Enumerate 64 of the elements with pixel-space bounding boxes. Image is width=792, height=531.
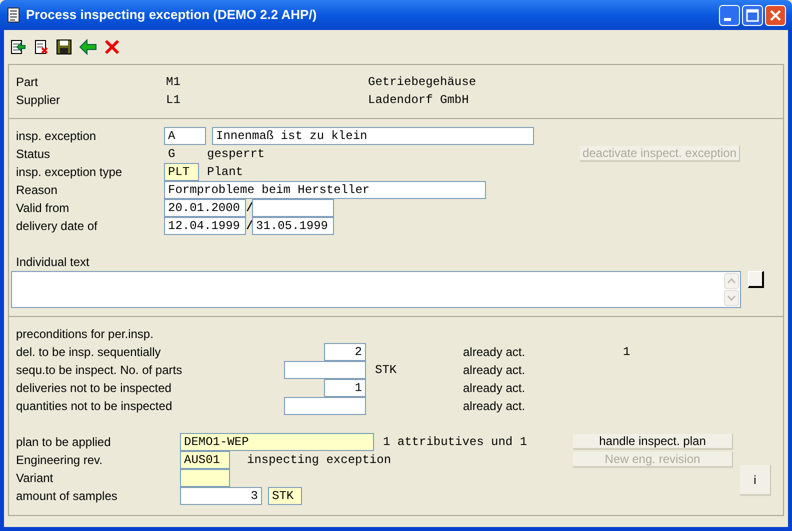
field-label: already act. [463,398,526,415]
document-arrow-icon[interactable] [10,38,26,54]
window-title: Process inspecting exception (DEMO 2.2 AHP/) [26,6,317,24]
field-label: Part [16,74,40,91]
unit-text: STK [375,362,397,379]
close-icon[interactable] [104,38,120,54]
save-icon[interactable] [56,38,72,54]
field-label: preconditions for per.insp. [16,326,154,343]
input-field[interactable] [180,469,230,487]
field-value: L1 [166,92,182,109]
field-label: Status [16,146,52,163]
separator-text: / [246,218,252,235]
input-field[interactable]: Innenmaß ist zu klein [212,127,534,145]
input-field[interactable]: 1 [324,379,366,397]
field-label: delivery date of [16,218,98,235]
back-arrow-icon[interactable] [79,38,97,54]
field-value: Getriebegehäuse [368,74,476,91]
field-label: amount of samples [16,488,118,505]
minimize-icon[interactable] [719,4,740,26]
field-label: insp. exception type [16,164,124,181]
field-value: Plant [207,164,244,181]
action-button[interactable]: handle inspect. plan [573,434,733,450]
field-label: del. to be insp. sequentially [16,344,162,361]
maximize-icon[interactable] [742,4,763,26]
field-label: quantities not to be inspected [16,398,174,415]
field-value: inspecting exception [247,452,392,469]
small-button[interactable] [748,271,764,288]
field-label: Engineering rev. [16,452,104,469]
input-field[interactable]: 2 [324,343,366,361]
field-label: already act. [463,344,526,361]
field-value: gesperrt [207,146,265,163]
field-value: 1 [623,344,630,361]
field-label: Supplier [16,92,62,109]
field-label: already act. [463,380,526,397]
field-label: insp. exception [16,128,98,145]
field-label: deliveries not to be inspected [16,380,172,397]
input-field[interactable]: 31.05.1999 [252,217,334,235]
input-field[interactable]: 12.04.1999 [164,217,246,235]
field-label: Variant [16,470,54,487]
document-delete-icon[interactable] [33,38,49,54]
input-field[interactable]: DEMO1-WEP [180,433,374,451]
field-label: Individual text [16,254,90,271]
field-label: already act. [463,362,526,379]
field-value: Ladendorf GmbH [368,92,469,109]
input-field[interactable]: Formprobleme beim Hersteller [164,181,486,199]
field-label: Reason [16,182,58,199]
input-field[interactable]: A [164,127,206,145]
field-value: G [167,146,176,163]
input-field[interactable]: PLT [164,163,199,181]
input-field[interactable] [252,199,334,217]
field-label: plan to be applied [16,434,112,451]
input-field[interactable]: 20.01.2000 [164,199,246,217]
input-field[interactable]: 3 [180,487,262,505]
input-field[interactable] [284,397,366,415]
field-value: M1 [166,74,182,91]
info-text: 1 attributives und 1 [383,434,528,451]
separator-text: / [246,200,252,217]
input-field[interactable] [284,361,366,379]
field-label: sequ.to be inspect. No. of parts [16,362,184,379]
input-field[interactable]: STK [268,487,302,505]
info-button[interactable]: i [740,465,771,496]
document-icon[interactable] [6,7,22,23]
input-field[interactable]: AUS01 [180,451,230,469]
field-label: Valid from [16,200,70,217]
